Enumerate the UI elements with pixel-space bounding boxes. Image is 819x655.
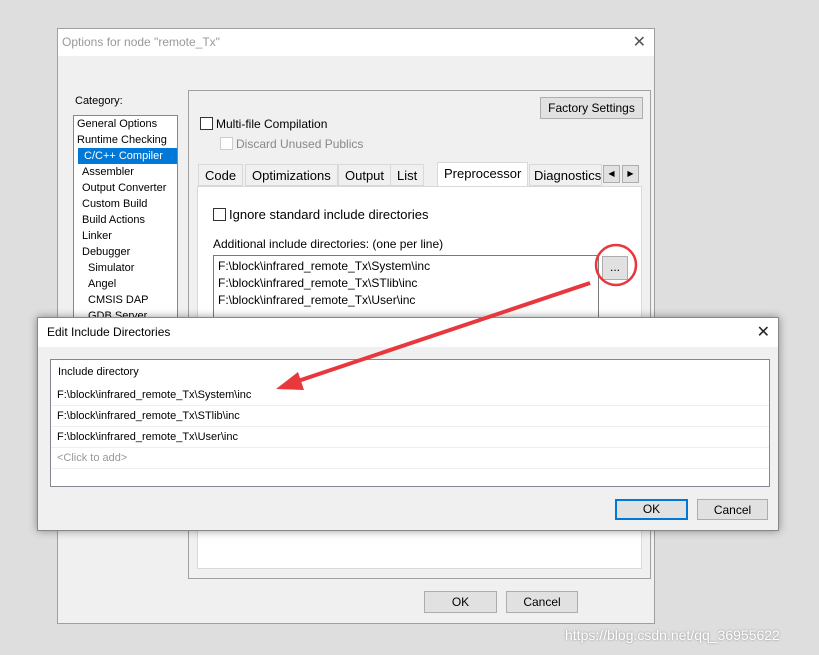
annotation-overlay [276, 243, 638, 390]
watermark: https://blog.csdn.net/qq_36955622 [565, 627, 780, 643]
annotation-arrow-shaft [294, 281, 591, 384]
highlight-circle [594, 243, 638, 287]
arrow-head-icon [276, 372, 304, 390]
